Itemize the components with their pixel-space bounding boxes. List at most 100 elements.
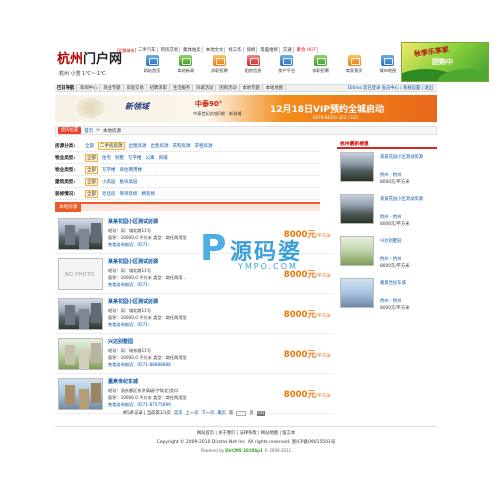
filter-option[interactable]: 写字楼 bbox=[102, 167, 116, 173]
filter-option[interactable]: 全部 bbox=[85, 153, 98, 162]
listing-thumbnail[interactable] bbox=[58, 378, 103, 410]
filter-option[interactable]: 别墅 bbox=[115, 155, 124, 161]
pager-go-button[interactable]: GO bbox=[256, 410, 266, 416]
sidebar-title: 杭州最新楼盘 bbox=[337, 140, 437, 149]
catbar-item[interactable]: 房屋交易 bbox=[127, 85, 147, 91]
pager-first[interactable]: 首页 bbox=[174, 410, 183, 416]
sidebar-item-name[interactable]: 某某花园小区测试房源 bbox=[380, 196, 423, 202]
catbar-item[interactable]: 商业专题 bbox=[103, 85, 124, 91]
sidebar-item-name[interactable]: 某某花园小区测试房源 bbox=[380, 154, 423, 160]
catbar-item[interactable]: 生活服务 bbox=[173, 85, 194, 91]
top-link[interactable]: 本地文文 bbox=[205, 47, 226, 53]
listing-title[interactable]: 兴达别墅园 bbox=[108, 338, 133, 345]
filter-option[interactable]: 毛坯房 bbox=[102, 191, 116, 197]
filter-option[interactable]: 公寓 bbox=[146, 155, 155, 161]
sidebar-thumbnail[interactable] bbox=[340, 236, 374, 266]
promo-banner[interactable]: 新领域 中泰90° 中泰世纪花城5期 · 新领域 12月18日VIP预约全城启动… bbox=[55, 95, 437, 122]
filter-label: 物业类型: bbox=[55, 155, 76, 161]
footer-powered-name[interactable]: DirCMS 2010Sp1 bbox=[225, 448, 263, 453]
catbar-item[interactable]: 新闻中心 bbox=[80, 85, 101, 91]
catbar-user-links[interactable]: Ditims 您已登录 会员中心 | 系统设置 | 退出 bbox=[348, 85, 435, 91]
sidebar-item-name[interactable]: 嘉奥世纪东城 bbox=[380, 280, 406, 286]
pager-last[interactable]: 尾页 bbox=[217, 410, 226, 416]
no-photo-label: NO PHOTO bbox=[65, 272, 95, 278]
filter-option[interactable]: 二手房房源 bbox=[98, 141, 125, 150]
catbar-item[interactable]: 招聘求职 bbox=[150, 85, 170, 91]
sidebar-item[interactable]: 某某花园小区测试房源 杭州 - 杭州 8000元/平方米 bbox=[340, 152, 435, 185]
icon-nav-label: 本地新闻 bbox=[177, 68, 195, 73]
switch-city-link[interactable]: [切换城市] bbox=[117, 48, 136, 54]
filter-option[interactable]: 简单装修 bbox=[120, 191, 138, 197]
filter-option[interactable]: 求购房源 bbox=[173, 143, 191, 149]
top-link[interactable]: 保姆 bbox=[246, 47, 258, 53]
icon-nav-item[interactable]: 本地新闻 bbox=[175, 55, 197, 81]
listing-title[interactable]: 某某花园小区测试房源 bbox=[108, 298, 158, 305]
footer-links[interactable]: 网站首页 | 关于我们 | 法律条款 | 网站地图 | 留言本 bbox=[55, 430, 437, 436]
icon-nav-item[interactable]: 房产平台 bbox=[276, 55, 298, 81]
sidebar-thumbnail[interactable] bbox=[340, 152, 374, 182]
banner-headline: 12月18日VIP预约全城启动 bbox=[270, 105, 384, 115]
filter-option[interactable]: 求租房源 bbox=[195, 143, 213, 149]
top-link[interactable]: 集体拍卖 bbox=[182, 47, 203, 53]
icon-nav-item[interactable]: 城市地图 bbox=[377, 55, 399, 81]
filter-option[interactable]: 全部 bbox=[85, 189, 98, 198]
filter-option[interactable]: 全部 bbox=[85, 165, 98, 174]
listing-title[interactable]: 某某花园小区测试房源 bbox=[108, 258, 158, 265]
listing-thumbnail[interactable] bbox=[58, 338, 103, 370]
listing-title[interactable]: 嘉奥世纪东城 bbox=[108, 378, 138, 385]
catbar-item[interactable]: 本地专题 bbox=[243, 85, 263, 91]
icon-nav-item[interactable]: 求职招聘 bbox=[310, 55, 332, 81]
breadcrumb-sep: > bbox=[96, 128, 100, 133]
top-link[interactable]: 新房交易 bbox=[160, 47, 181, 53]
sidebar-item[interactable]: 嘉奥世纪东城 杭州 - 杭州 8000元/平方米 bbox=[340, 278, 435, 311]
top-link[interactable]: 聚会 HOT bbox=[296, 47, 319, 53]
pager-next[interactable]: 下一页 bbox=[201, 410, 214, 416]
catbar-item[interactable]: 本地地图 bbox=[266, 85, 286, 91]
footer-powered-prefix: Powered by bbox=[200, 448, 225, 453]
sidebar-thumbnail[interactable] bbox=[340, 278, 374, 308]
filter-option[interactable]: 全部 bbox=[85, 177, 98, 186]
filter-option[interactable]: 商住两用楼 bbox=[120, 167, 143, 173]
jobs-icon bbox=[212, 55, 226, 66]
icon-nav-item[interactable]: 求职招聘 bbox=[208, 55, 230, 81]
filter-option[interactable]: 写字楼 bbox=[128, 155, 142, 161]
listing-thumbnail[interactable] bbox=[58, 298, 103, 330]
icon-nav-item[interactable]: 网站首页 bbox=[141, 55, 163, 81]
listing-area: 面积：10000.0 平方米 类型：商住两用... bbox=[108, 275, 187, 280]
breadcrumb-home[interactable]: 首页 bbox=[84, 128, 93, 134]
sidebar-thumbnail[interactable] bbox=[340, 194, 374, 224]
filter-option[interactable]: 出租房源 bbox=[129, 143, 147, 149]
site-logo[interactable]: 杭州门户网 [切换城市] 杭州 小雪 1℃~-1℃ bbox=[57, 48, 137, 78]
catbar-item[interactable]: 团购活动 bbox=[219, 85, 240, 91]
catbar-item[interactable]: 同城活动 bbox=[196, 85, 217, 91]
filter-option[interactable]: 商铺 bbox=[159, 155, 168, 161]
top-link[interactable]: 交通 bbox=[282, 47, 294, 53]
top-link[interactable]: 电脑维修 bbox=[259, 47, 280, 53]
listing-phone: 售楼咨询电话：0571-88888888 bbox=[108, 362, 171, 367]
sidebar-item-price: 8000元/平方米 bbox=[380, 306, 410, 311]
top-link[interactable]: 二手汽车 bbox=[137, 47, 158, 53]
sidebar-item-name[interactable]: 兴达别墅园 bbox=[380, 238, 401, 244]
listing-thumbnail[interactable]: NO PHOTO bbox=[58, 258, 103, 290]
filter-option[interactable]: 全部 bbox=[85, 143, 94, 149]
sidebar-item-location: 杭州 - 杭州 bbox=[380, 215, 402, 220]
filter-option[interactable]: 板块高层 bbox=[120, 179, 138, 185]
top-link[interactable]: 找工作 bbox=[227, 47, 244, 53]
listing-title[interactable]: 某某花园小区测试房源 bbox=[108, 218, 158, 225]
site-watermark: P 源码婆 YMPO.COM bbox=[200, 228, 340, 288]
site-footer: 网站首页 | 关于我们 | 法律条款 | 网站地图 | 留言本 Copyrigh… bbox=[55, 426, 437, 456]
weather-info: 杭州 小雪 1℃~-1℃ bbox=[59, 71, 106, 77]
header-ad[interactable]: 秋季乐享家 团购中 bbox=[401, 42, 489, 82]
filter-option[interactable]: 出售房源 bbox=[151, 143, 169, 149]
listing-price-value: 8000元 bbox=[283, 350, 316, 360]
listing-thumbnail[interactable] bbox=[58, 218, 103, 250]
filter-option[interactable]: 精装修 bbox=[142, 191, 156, 197]
sidebar-item[interactable]: 兴达别墅园 杭州 - 杭州 8000元/平方米 bbox=[340, 236, 435, 269]
filter-option[interactable]: 小高层 bbox=[102, 179, 116, 185]
filter-option[interactable]: 住宅 bbox=[102, 155, 111, 161]
pager-prev[interactable]: 上一页 bbox=[186, 410, 199, 416]
pager-jump-input[interactable] bbox=[236, 410, 247, 416]
icon-nav-item[interactable]: 租房信息 bbox=[242, 55, 264, 81]
icon-nav-item[interactable]: 商家黄页 bbox=[343, 55, 365, 81]
sidebar-item[interactable]: 某某花园小区测试房源 杭州 - 杭州 8000元/平方米 bbox=[340, 194, 435, 227]
